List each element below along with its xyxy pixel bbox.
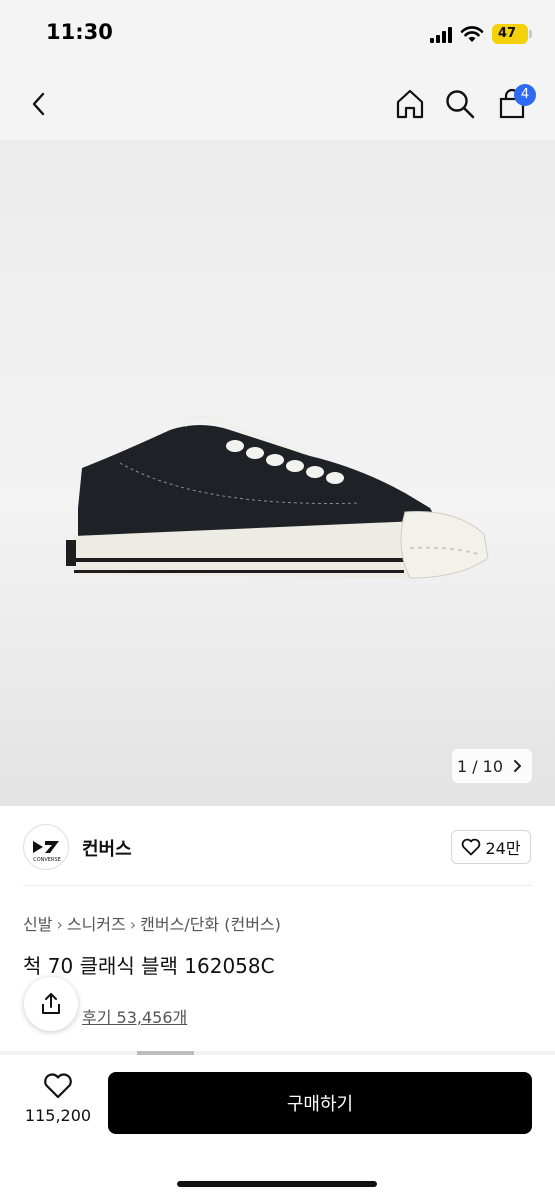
review-count-link[interactable]: 후기 53,456개 [82,1004,187,1028]
brand-like-button[interactable]: 24만 [451,830,531,864]
cellular-signal-icon [430,27,454,43]
heart-icon [462,838,481,856]
status-time: 11:30 [46,20,113,44]
divider [23,885,532,886]
heart-icon [44,1073,72,1099]
nav-bar: 4 [0,70,555,140]
home-indicator [177,1181,377,1187]
breadcrumb-separator-icon: › [56,915,63,934]
converse-logo-icon: CONVERSE [33,841,61,863]
share-icon [42,993,60,1014]
breadcrumb-separator-icon: › [129,915,137,934]
back-button[interactable] [18,82,62,126]
status-bar: 11:30 47 [0,0,555,70]
breadcrumb-item[interactable]: 캔버스/단화 (컨버스) [140,915,281,934]
battery-cap [529,30,532,38]
cart-count-badge: 4 [514,84,536,106]
chevron-left-icon [32,92,45,116]
sneaker-image [66,415,489,579]
image-page-counter[interactable]: 1 / 10 [452,749,532,783]
brand-like-count: 24만 [485,839,521,858]
tab-indicator [137,1051,194,1055]
product-image-gallery[interactable]: 1 / 10 [0,140,555,806]
search-button[interactable] [438,82,482,126]
brand-logo[interactable]: CONVERSE [23,824,69,870]
buy-button[interactable]: 구매하기 [108,1072,532,1134]
breadcrumb-item[interactable]: 스니커즈 [67,915,126,934]
brand-name[interactable]: 컨버스 [82,835,132,861]
search-icon [446,90,475,119]
battery-icon: 47 [492,24,528,44]
home-icon [396,89,424,119]
brand-row: CONVERSE 컨버스 24만 [0,806,555,886]
breadcrumb: 신발 › 스니커즈 › 캔버스/단화 (컨버스) [23,911,281,935]
cart-button[interactable]: 4 [490,82,536,126]
breadcrumb-item[interactable]: 신발 [23,915,52,934]
wifi-icon [460,26,484,42]
home-button[interactable] [388,82,432,126]
wishlist-button[interactable]: 115,200 [20,1072,96,1142]
share-button[interactable] [24,977,78,1031]
svg-text:CONVERSE: CONVERSE [33,857,61,863]
page-counter-text: 1 / 10 [456,756,504,776]
wishlist-count: 115,200 [24,1106,92,1125]
bottom-action-bar: 115,200 구매하기 [0,1056,555,1200]
product-title: 척 70 클래식 블랙 162058C [23,954,275,978]
chevron-right-icon [514,760,522,772]
battery-level: 47 [497,26,517,41]
section-tab-strip [0,1051,555,1055]
